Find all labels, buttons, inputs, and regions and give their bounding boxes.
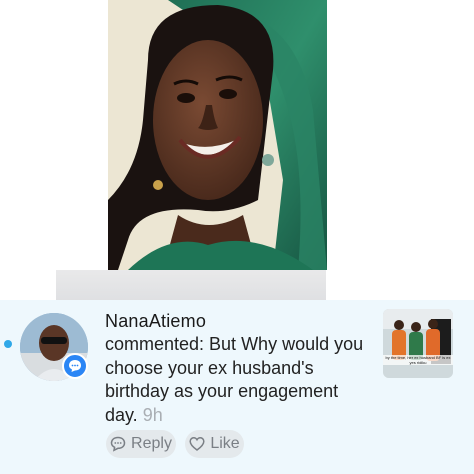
unread-indicator xyxy=(4,340,12,348)
post-photo[interactable] xyxy=(108,0,327,270)
comment-text-block: commented: But Why would you choose your… xyxy=(105,333,373,427)
portrait-illustration xyxy=(108,0,327,270)
comment-bubble-icon xyxy=(62,353,88,379)
comment-bubble-icon xyxy=(110,436,126,452)
like-button[interactable]: Like xyxy=(185,430,244,458)
thumbnail-image xyxy=(383,309,453,378)
reply-label: Reply xyxy=(131,435,172,452)
like-label: Like xyxy=(210,435,240,452)
heart-icon xyxy=(189,437,205,451)
commenter-username[interactable]: NanaAtiemo xyxy=(105,311,206,332)
video-thumbnail[interactable]: by the time, her ex husband BF is ex yes… xyxy=(383,309,453,378)
thumbnail-caption: by the time, her ex husband BF is ex yes… xyxy=(383,355,453,365)
comment-time: 9h xyxy=(142,404,163,425)
reply-button[interactable]: Reply xyxy=(106,430,176,458)
